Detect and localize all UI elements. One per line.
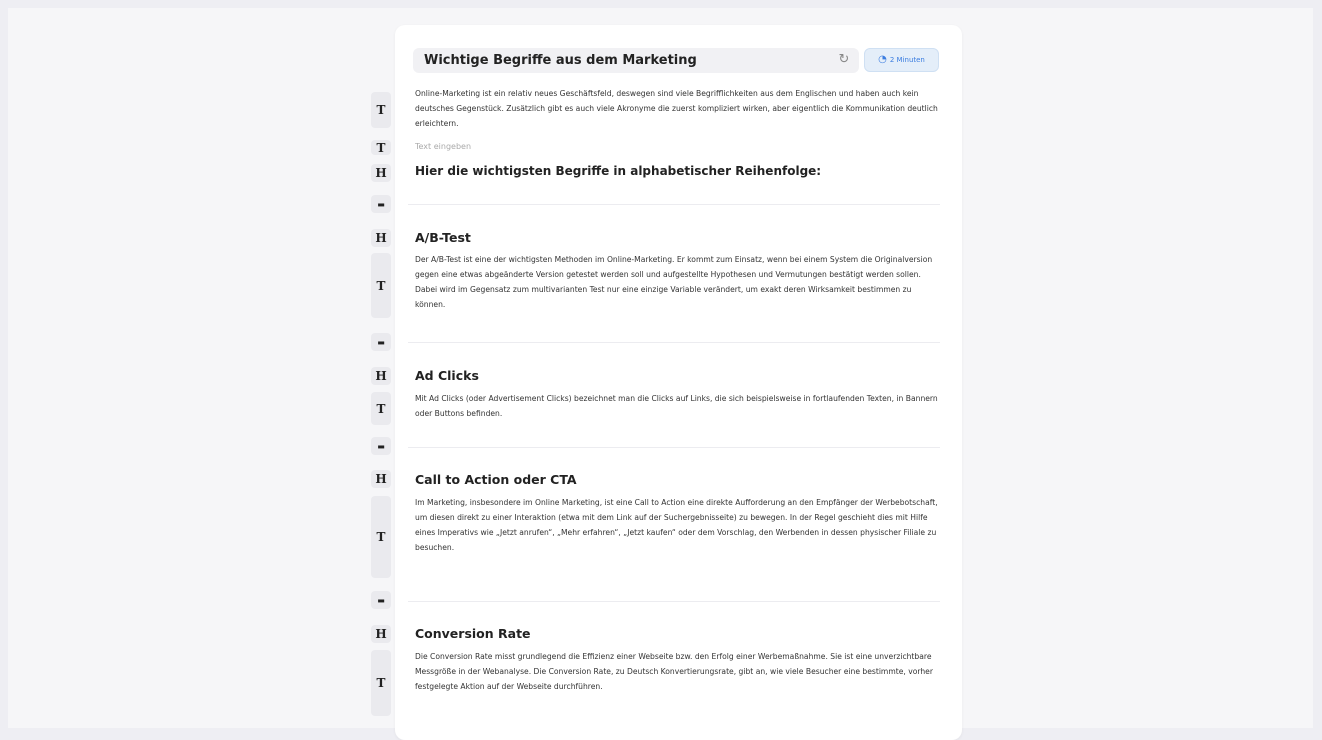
divider <box>408 447 940 448</box>
block-chip-text[interactable]: T <box>371 392 391 425</box>
section-paragraph[interactable]: Im Marketing, insbesondere im Online Mar… <box>415 495 940 555</box>
block-chip-divider[interactable]: ▬ <box>371 195 391 213</box>
divider <box>408 601 940 602</box>
reading-time-label: 2 Minuten <box>889 56 925 64</box>
block-chip-divider[interactable]: ▬ <box>371 333 391 351</box>
intro-paragraph[interactable]: Online-Marketing ist ein relativ neues G… <box>415 86 940 131</box>
section-heading[interactable]: Ad Clicks <box>415 368 479 383</box>
block-chip-text[interactable]: T <box>371 650 391 716</box>
block-chip-divider[interactable]: ▬ <box>371 437 391 455</box>
empty-text-block[interactable]: Text eingeben <box>415 142 471 151</box>
section-paragraph[interactable]: Die Conversion Rate misst grundlegend di… <box>415 649 940 694</box>
block-chip-heading[interactable]: H <box>371 470 391 488</box>
section-heading[interactable]: A/B-Test <box>415 230 471 245</box>
divider <box>408 342 940 343</box>
intro-heading[interactable]: Hier die wichtigsten Begriffe in alphabe… <box>415 164 821 178</box>
reading-time-badge[interactable]: ◔ 2 Minuten <box>864 48 939 72</box>
block-chip-heading[interactable]: H <box>371 367 391 385</box>
block-chip-text[interactable]: T <box>371 496 391 578</box>
section-paragraph[interactable]: Der A/B-Test ist eine der wichtigsten Me… <box>415 252 940 312</box>
clock-icon: ◔ <box>878 54 887 65</box>
block-chip-heading[interactable]: H <box>371 625 391 643</box>
divider <box>408 204 940 205</box>
document-title: Wichtige Begriffe aus dem Marketing <box>424 53 697 68</box>
block-chip-text[interactable]: T <box>371 92 391 128</box>
block-chip-divider[interactable]: ▬ <box>371 591 391 609</box>
section-heading[interactable]: Call to Action oder CTA <box>415 472 577 487</box>
block-chip-heading[interactable]: H <box>371 164 391 182</box>
editor-page: Wichtige Begriffe aus dem Marketing ↻ ◔ … <box>0 0 1322 740</box>
block-chip-text[interactable]: T <box>371 140 391 155</box>
refresh-icon[interactable]: ↻ <box>838 53 850 66</box>
block-chip-heading[interactable]: H <box>371 229 391 247</box>
section-paragraph[interactable]: Mit Ad Clicks (oder Advertisement Clicks… <box>415 391 940 421</box>
section-heading[interactable]: Conversion Rate <box>415 626 531 641</box>
block-chip-text[interactable]: T <box>371 253 391 318</box>
